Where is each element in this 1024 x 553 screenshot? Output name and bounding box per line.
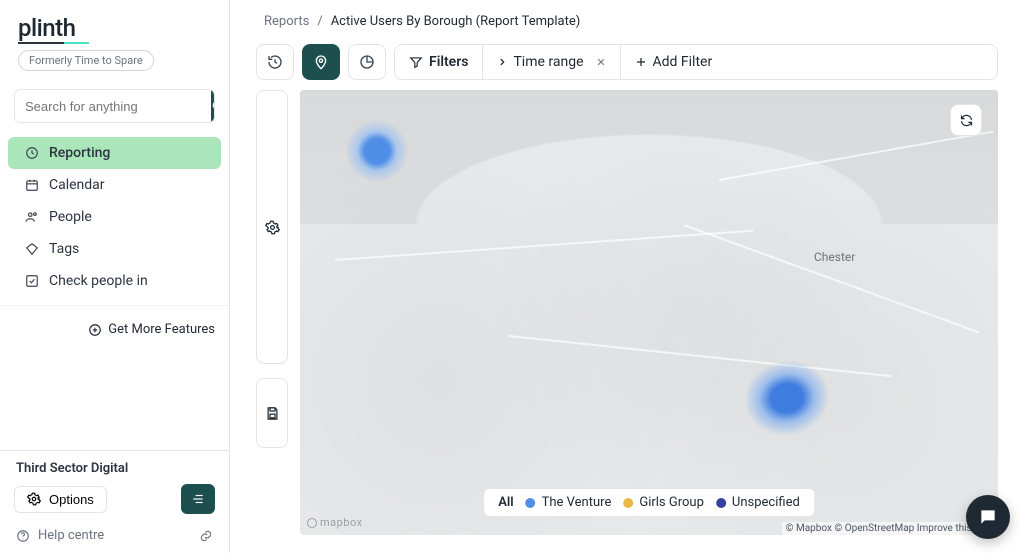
main-nav: Reporting Calendar People Tags Check peo… [0,137,229,297]
legend-swatch [526,498,536,508]
map-layers-panel[interactable] [256,90,288,364]
map-provider-logo: mapbox [306,516,363,529]
sidebar-item-label: Check people in [49,273,148,289]
map-terrain-shade [300,90,998,535]
sidebar: plinth Formerly Time to Spare Reporting … [0,0,230,553]
gear-icon [27,492,41,506]
toolbar: Filters Time range Add Filter [230,32,1024,90]
sidebar-item-label: Tags [49,241,79,257]
view-map-button[interactable] [302,44,340,80]
brand-name: plinth [18,14,75,42]
view-timeline-button[interactable] [348,44,386,80]
gear-icon [265,220,280,235]
filter-chip-label: Time range [513,54,583,70]
search-button[interactable] [211,90,215,122]
filter-chip-remove[interactable] [596,57,606,67]
filters-button[interactable]: Filters [395,45,483,79]
legend-item[interactable]: The Venture [526,495,612,510]
filter-chip-time-range[interactable]: Time range [483,45,620,79]
help-centre-link[interactable]: Help centre [16,528,104,543]
workspace: Chester All The Venture Girls Group Unsp… [230,90,1024,553]
map-refresh-button[interactable] [950,104,982,136]
chat-widget-button[interactable] [966,495,1010,539]
plus-icon [635,56,647,68]
legend-label: Girls Group [639,495,704,510]
breadcrumb-sep: / [317,14,322,29]
legend-all-label[interactable]: All [498,495,513,510]
sidebar-item-tags[interactable]: Tags [8,233,221,265]
brand-underline [18,42,89,45]
checkin-icon [24,274,39,289]
sidebar-item-calendar[interactable]: Calendar [8,169,221,201]
legend-item[interactable]: Girls Group [623,495,704,510]
brand-logo: plinth [18,14,75,42]
plus-circle-icon [88,323,102,337]
link-icon[interactable] [199,529,213,543]
breadcrumb-current: Active Users By Borough (Report Template… [331,14,581,29]
legend-label: The Venture [542,495,612,510]
help-icon [16,529,30,543]
map-canvas[interactable]: Chester All The Venture Girls Group Unsp… [300,90,998,535]
add-filter-button[interactable]: Add Filter [621,45,998,79]
get-more-label: Get More Features [108,322,215,337]
calendar-icon [24,178,39,193]
filter-icon [409,55,423,69]
options-row: Options [0,480,229,522]
sidebar-item-people[interactable]: People [8,201,221,233]
filters-bar: Filters Time range Add Filter [394,44,998,80]
help-label: Help centre [38,528,104,543]
sidebar-item-reporting[interactable]: Reporting [8,137,221,169]
global-search[interactable] [14,89,215,123]
search-input[interactable] [15,90,211,122]
map-logo-text: mapbox [320,516,363,529]
nav-divider [0,305,229,306]
filters-title: Filters [429,54,468,70]
refresh-icon [959,113,974,128]
map-pin-icon [313,54,329,70]
help-row: Help centre [0,522,229,553]
legend-swatch [716,498,726,508]
legend-label: Unspecified [732,495,800,510]
people-icon [24,210,39,225]
reporting-icon [24,146,39,161]
options-label: Options [49,492,94,507]
mapbox-icon [306,517,318,529]
sidebar-item-label: People [49,209,92,225]
chevron-right-icon [497,57,507,67]
pie-chart-icon [359,54,375,70]
get-more-features[interactable]: Get More Features [0,314,229,345]
save-icon [265,406,280,421]
options-button[interactable]: Options [14,486,107,513]
legend-item[interactable]: Unspecified [716,495,800,510]
legend-swatch [623,498,633,508]
sidebar-footer: Third Sector Digital Options Help centre [0,450,229,553]
sidebar-item-checkin[interactable]: Check people in [8,265,221,297]
map-city-label: Chester [814,250,855,264]
view-history-button[interactable] [256,44,294,80]
breadcrumb: Reports / Active Users By Borough (Repor… [230,0,1024,32]
collapse-sidebar-button[interactable] [181,484,215,514]
brand-block: plinth Formerly Time to Spare [0,0,229,77]
history-icon [267,54,283,70]
main-area: Reports / Active Users By Borough (Repor… [230,0,1024,553]
map-export-panel[interactable] [256,378,288,448]
brand-tagline-badge: Formerly Time to Spare [18,50,154,71]
org-name: Third Sector Digital [0,451,229,480]
map-attribution[interactable]: © Mapbox © OpenStreetMap Improve this ma… [782,522,998,535]
close-icon [596,57,606,67]
side-panels [256,90,288,462]
sidebar-collapse-icon [190,492,206,506]
search-icon [211,99,215,113]
breadcrumb-root[interactable]: Reports [264,14,309,29]
sidebar-item-label: Calendar [49,177,105,193]
map-legend: All The Venture Girls Group Unspecified [483,488,815,517]
sidebar-item-label: Reporting [49,145,110,161]
chat-icon [978,507,998,527]
tag-icon [24,242,39,257]
add-filter-label: Add Filter [653,54,713,70]
